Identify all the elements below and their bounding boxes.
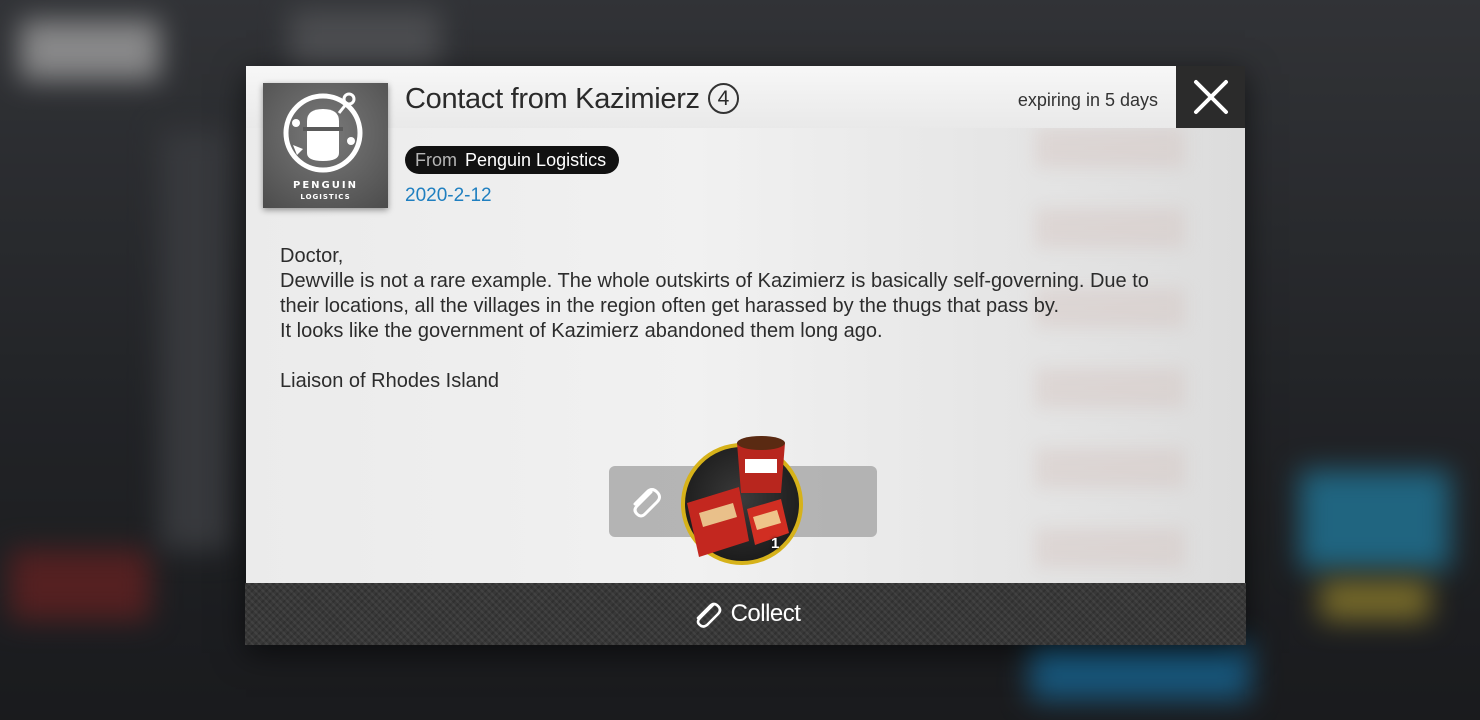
collect-button[interactable]: Collect	[245, 583, 1246, 645]
mail-date: 2020-2-12	[405, 185, 492, 206]
collect-label: Collect	[730, 600, 801, 627]
penguin-icon	[283, 92, 363, 173]
close-icon	[1193, 80, 1228, 114]
sender-name: Penguin Logistics	[465, 149, 607, 170]
attachment-item[interactable]: 1	[681, 436, 803, 565]
penguin-logistics-logo: PENGUIN LOGISTICS	[263, 83, 388, 208]
item-quantity: 1	[771, 535, 780, 552]
mail-title: Contact from Kazimierz 4	[405, 83, 739, 116]
from-label: From	[415, 149, 457, 170]
paperclip-icon	[633, 488, 661, 518]
close-button[interactable]	[1176, 66, 1245, 128]
mail-title-number: 4	[707, 83, 739, 114]
mail-paragraph: Dewville is not a rare example. The whol…	[280, 270, 1149, 317]
food-pack-icon	[687, 436, 789, 557]
logo-word-logistics: LOGISTICS	[300, 193, 351, 201]
expiry-text: expiring in 5 days	[1017, 90, 1158, 110]
logo-word-penguin: PENGUIN	[293, 180, 358, 191]
paperclip-icon	[696, 602, 721, 628]
mail-title-text: Contact from Kazimierz	[405, 83, 700, 115]
mail-body-text: Doctor, Dewville is not a rare example. …	[280, 244, 1180, 394]
mail-greeting: Doctor,	[280, 245, 344, 267]
mail-paragraph: It looks like the government of Kazimier…	[280, 320, 883, 342]
mail-signature: Liaison of Rhodes Island	[280, 370, 500, 392]
mail-dialog: PENGUIN LOGISTICS Contact from Kazimierz…	[245, 66, 1246, 645]
sender-pill: From Penguin Logistics	[405, 146, 620, 174]
